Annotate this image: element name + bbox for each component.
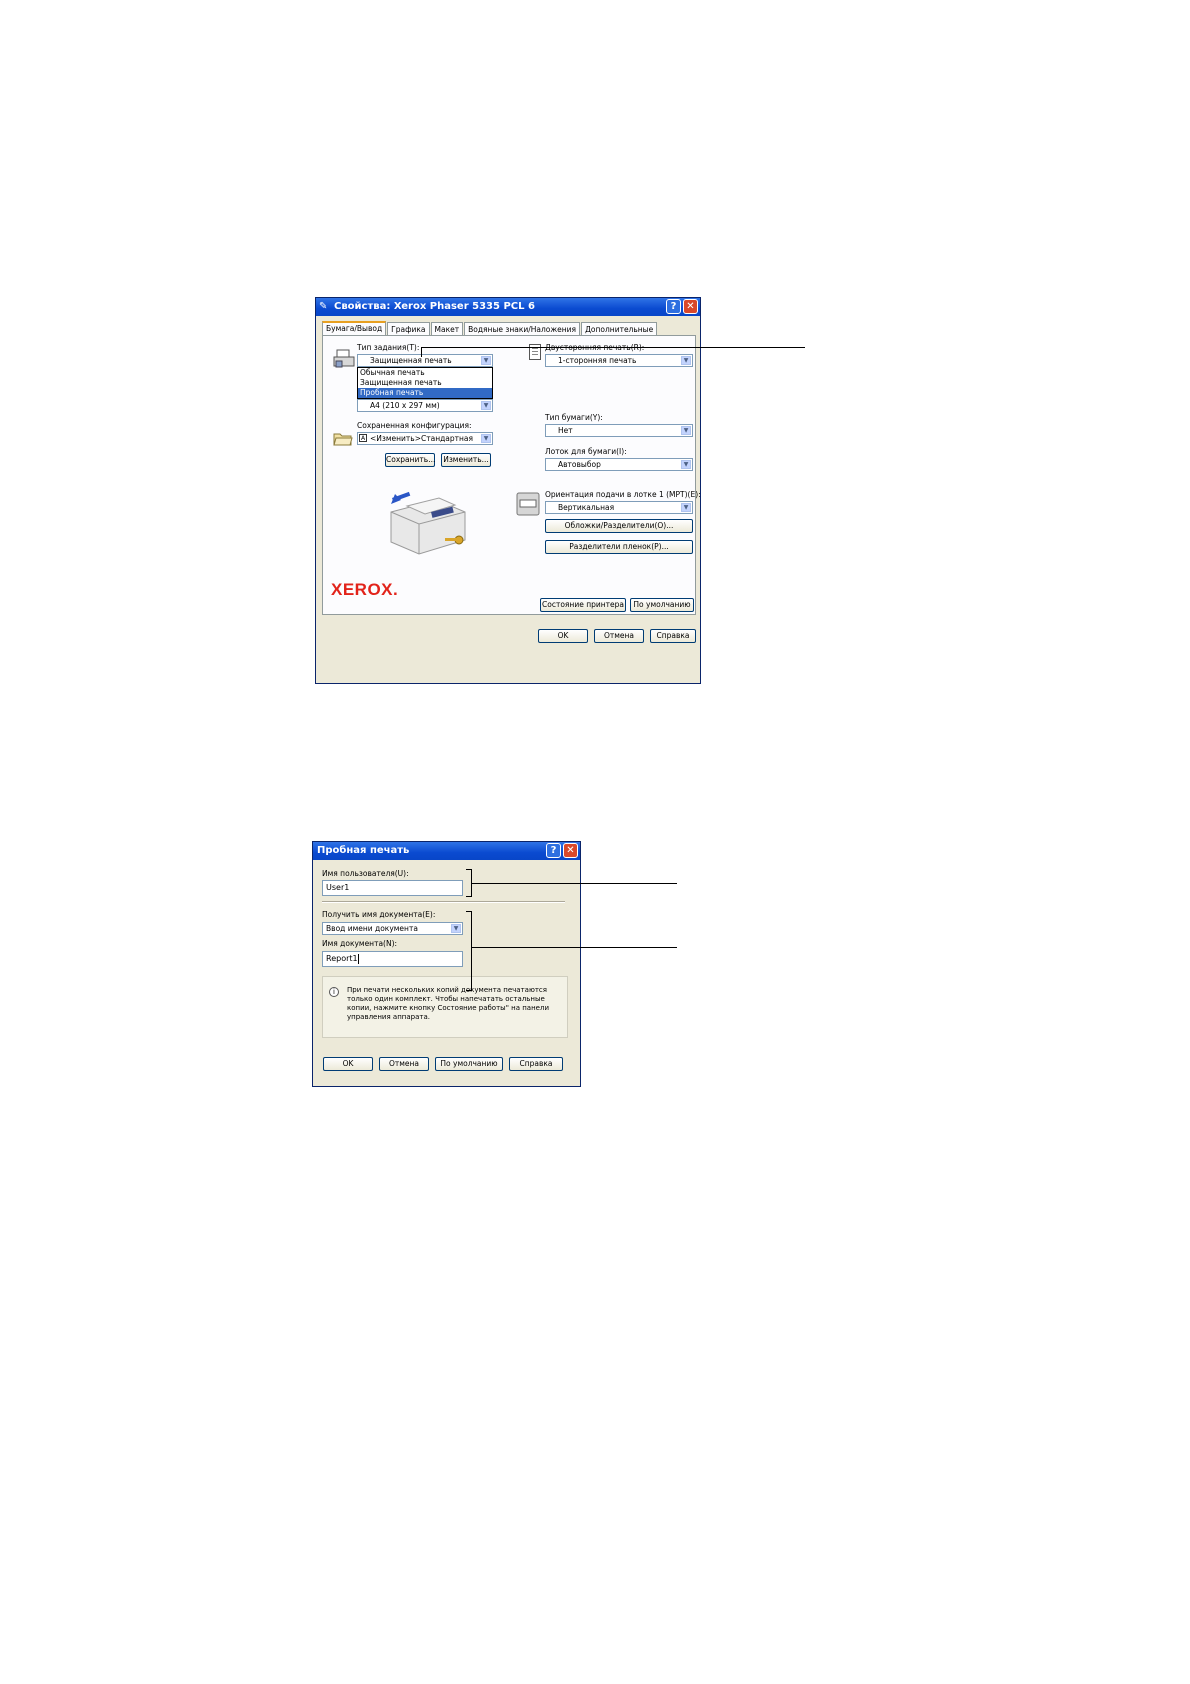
printer-icon: ✎	[319, 301, 328, 312]
doc-name-input[interactable]: Report1	[322, 951, 463, 967]
paper-type-label: Тип бумаги(Y):	[545, 413, 603, 422]
xerox-logo: XEROX.	[331, 580, 399, 599]
tab-strip: Бумага/Вывод Графика Макет Водяные знаки…	[322, 321, 658, 337]
covers-separators-button[interactable]: Обложки/Разделители(O)...	[545, 519, 693, 533]
chevron-down-icon[interactable]: ▼	[681, 426, 691, 435]
chevron-down-icon[interactable]: ▼	[481, 401, 491, 410]
tab-panel: Тип задания(T): Защищенная печать ▼ Обыч…	[322, 335, 701, 615]
title-bar[interactable]: Пробная печать ? ✕	[313, 842, 580, 860]
separator	[322, 901, 565, 903]
job-type-label: Тип задания(T):	[357, 343, 420, 352]
save-config-button[interactable]: Сохранить...	[385, 453, 435, 467]
defaults-button[interactable]: По умолчанию	[435, 1057, 503, 1071]
callout-bracket	[421, 347, 422, 357]
info-icon: i	[329, 987, 339, 997]
ok-button[interactable]: OK	[323, 1057, 373, 1071]
help-icon[interactable]: ?	[666, 299, 681, 314]
job-type-select[interactable]: Защищенная печать ▼	[357, 354, 493, 367]
tab-watermarks[interactable]: Водяные знаки/Наложения	[464, 322, 581, 336]
config-letter-icon: A	[359, 434, 367, 442]
printer-status-button[interactable]: Состояние принтера	[540, 598, 626, 612]
close-icon[interactable]: ✕	[683, 299, 698, 314]
callout-bracket-vertical	[471, 911, 472, 991]
user-name-label: Имя пользователя(U):	[322, 869, 409, 878]
job-type-dropdown-list: Обычная печать Защищенная печать Пробная…	[357, 367, 493, 399]
sample-print-dialog: Пробная печать ? ✕ Имя пользователя(U): …	[312, 841, 581, 1087]
info-box: i При печати нескольких копий документа …	[322, 976, 568, 1038]
dropdown-option-sample[interactable]: Пробная печать	[358, 388, 492, 398]
help-icon[interactable]: ?	[546, 843, 561, 858]
tab-layout[interactable]: Макет	[430, 322, 464, 336]
window-title: Пробная печать	[317, 845, 410, 856]
ok-button[interactable]: OK	[538, 629, 588, 643]
printer-illustration	[377, 482, 477, 562]
folder-icon	[333, 430, 353, 446]
chevron-down-icon[interactable]: ▼	[451, 924, 461, 933]
paper-tray-label: Лоток для бумаги(I):	[545, 447, 627, 456]
callout-line	[421, 347, 805, 348]
edit-config-button[interactable]: Изменить...	[441, 453, 491, 467]
saved-config-select[interactable]: A <Изменить>Стандартная ▼	[357, 432, 493, 445]
transparency-separators-button[interactable]: Разделители пленок(P)...	[545, 540, 693, 554]
printer-properties-dialog: ✎ Свойства: Xerox Phaser 5335 PCL 6 ? ✕ …	[315, 297, 701, 684]
info-text: При печати нескольких копий документа пе…	[347, 986, 550, 1021]
title-bar[interactable]: ✎ Свойства: Xerox Phaser 5335 PCL 6 ? ✕	[316, 298, 700, 316]
dropdown-option-secure[interactable]: Защищенная печать	[358, 378, 492, 388]
help-button[interactable]: Справка	[509, 1057, 563, 1071]
defaults-button[interactable]: По умолчанию	[630, 598, 694, 612]
chevron-down-icon[interactable]: ▼	[481, 434, 491, 443]
get-doc-name-label: Получить имя документа(E):	[322, 910, 436, 919]
cancel-button[interactable]: Отмена	[379, 1057, 429, 1071]
paper-type-select[interactable]: Нет ▼	[545, 424, 693, 437]
text-cursor	[357, 953, 359, 964]
help-button[interactable]: Справка	[650, 629, 696, 643]
chevron-down-icon[interactable]: ▼	[481, 356, 491, 365]
chevron-down-icon[interactable]: ▼	[681, 460, 691, 469]
window-title: Свойства: Xerox Phaser 5335 PCL 6	[334, 301, 535, 312]
dropdown-option-normal[interactable]: Обычная печать	[358, 368, 492, 378]
paper-tray-select[interactable]: Автовыбор ▼	[545, 458, 693, 471]
callout-line-document	[471, 947, 677, 948]
tab-advanced[interactable]: Дополнительные	[581, 322, 658, 336]
tray-orientation-icon	[516, 489, 542, 519]
user-name-input[interactable]: User1	[322, 880, 463, 896]
chevron-down-icon[interactable]: ▼	[681, 503, 691, 512]
callout-line-user	[471, 883, 677, 884]
mpt-orientation-label: Ориентация подачи в лотке 1 (MPT)(E):	[545, 490, 701, 499]
duplex-select[interactable]: 1-сторонняя печать ▼	[545, 354, 693, 367]
saved-config-label: Сохраненная конфигурация:	[357, 421, 472, 430]
cancel-button[interactable]: Отмена	[594, 629, 644, 643]
callout-bracket-bottom	[466, 896, 472, 897]
callout-bracket-bottom	[466, 990, 472, 991]
job-type-icon	[333, 349, 355, 369]
paper-size-select[interactable]: A4 (210 x 297 мм) ▼	[357, 399, 493, 412]
get-doc-name-select[interactable]: Ввод имени документа ▼	[322, 922, 463, 935]
mpt-orientation-select[interactable]: Вертикальная ▼	[545, 501, 693, 514]
close-icon[interactable]: ✕	[563, 843, 578, 858]
chevron-down-icon[interactable]: ▼	[681, 356, 691, 365]
doc-name-label: Имя документа(N):	[322, 939, 398, 948]
tab-graphics[interactable]: Графика	[387, 322, 430, 336]
